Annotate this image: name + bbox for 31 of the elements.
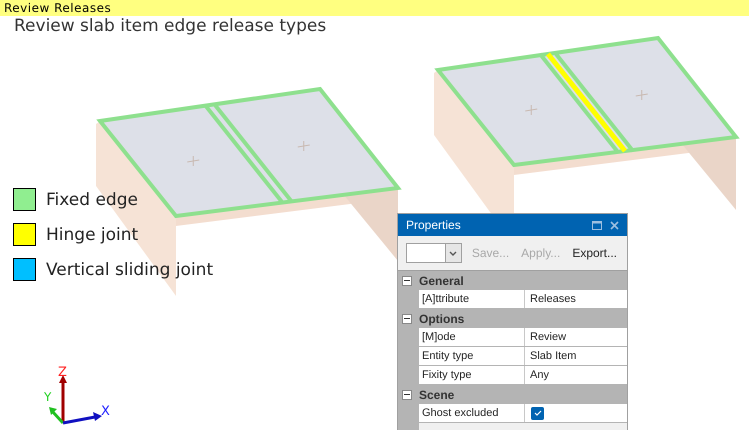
scene-heading: Review slab item edge release types	[13, 16, 328, 36]
collapse-toggle[interactable]	[402, 314, 412, 324]
group-header: Options	[419, 310, 464, 328]
close-icon[interactable]	[610, 220, 619, 230]
chevron-down-icon	[449, 250, 458, 256]
property-name: [A]ttribute	[419, 290, 525, 308]
collapse-toggle[interactable]	[402, 390, 412, 400]
property-value: Slab Item	[529, 349, 576, 364]
toolbar-button[interactable]: Export...	[570, 244, 619, 262]
collapse-toggle[interactable]	[402, 276, 412, 286]
checkbox[interactable]	[531, 406, 544, 420]
property-value: Review	[529, 330, 566, 345]
title-banner: Review Releases	[0, 0, 749, 16]
property-name: Fixity type	[419, 366, 525, 384]
property-value: Any	[529, 368, 549, 383]
legend-label: Hinge joint	[46, 224, 138, 244]
property-name: Entity type	[419, 347, 525, 365]
check-icon	[534, 410, 542, 416]
group-header: Scene	[419, 386, 454, 404]
property-value: Releases	[529, 292, 576, 307]
preset-dropdown[interactable]	[406, 243, 462, 263]
panel-title: Properties	[406, 217, 462, 234]
legend-label: Vertical sliding joint	[46, 260, 214, 280]
axis-label: X	[101, 403, 110, 421]
property-name: Ghost excluded	[419, 404, 525, 422]
axis-label: Y	[44, 389, 52, 406]
maximize-icon[interactable]	[592, 220, 602, 230]
property-name: [M]ode	[419, 328, 525, 346]
axis-label: Z	[58, 364, 67, 382]
group-header: General	[419, 272, 464, 290]
legend-label: Fixed edge	[46, 190, 138, 210]
